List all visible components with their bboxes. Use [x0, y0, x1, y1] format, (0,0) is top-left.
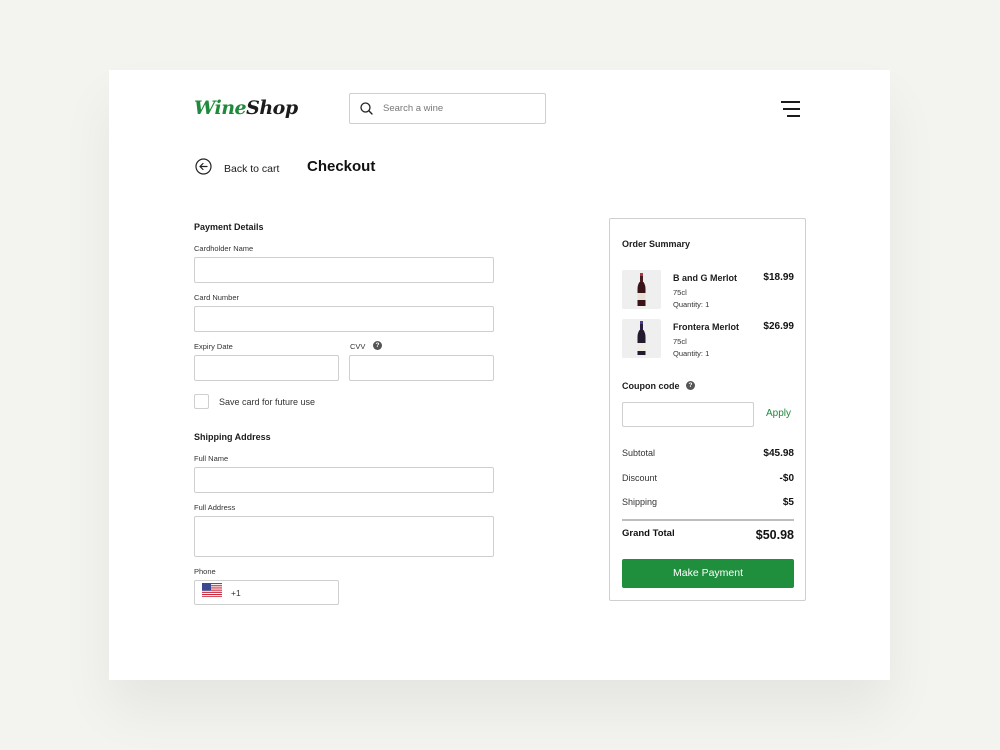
wine-bottle-image	[622, 270, 661, 309]
item-volume: 75cl	[673, 337, 687, 346]
cvv-field[interactable]	[349, 355, 494, 381]
search-icon	[360, 102, 373, 115]
page-title: Checkout	[307, 158, 376, 175]
arrow-left-circle-icon	[195, 158, 212, 180]
cvv-label: CVV	[350, 342, 366, 351]
subtotal-row: Subtotal $45.98	[622, 448, 794, 462]
expiry-date-label: Expiry Date	[194, 342, 233, 351]
checkout-card: WineShop Back to cart Checkout Payment D…	[109, 70, 890, 680]
shipping-value: $5	[782, 497, 794, 508]
cvv-help-icon[interactable]: ?	[373, 341, 382, 350]
full-name-label: Full Name	[194, 454, 229, 463]
coupon-help-icon[interactable]: ?	[686, 381, 695, 390]
coupon-code-label: Coupon code	[622, 381, 680, 391]
shipping-label: Shipping	[622, 497, 658, 507]
apply-coupon-button[interactable]: Apply	[766, 408, 791, 419]
full-address-field[interactable]	[194, 516, 494, 557]
grand-total-value: $50.98	[755, 528, 794, 542]
shipping-row: Shipping $5	[622, 497, 794, 511]
save-card-label: Save card for future use	[219, 397, 316, 407]
full-name-field[interactable]	[194, 467, 494, 493]
phone-country-code: +1	[231, 587, 241, 598]
grand-total-label: Grand Total	[622, 528, 675, 539]
cart-item: Frontera Merlot 75cl Quantity: 1 $26.99	[622, 319, 794, 359]
summary-divider	[622, 519, 794, 521]
us-flag-icon[interactable]	[202, 583, 222, 602]
item-name: Frontera Merlot	[673, 322, 740, 332]
item-volume: 75cl	[673, 288, 687, 297]
phone-field[interactable]: +1	[194, 580, 339, 605]
order-summary-title: Order Summary	[622, 239, 691, 249]
item-price: $26.99	[763, 321, 794, 332]
card-number-field[interactable]	[194, 306, 494, 332]
logo-shop-text: Shop	[246, 97, 298, 119]
subtotal-value: $45.98	[763, 448, 794, 459]
make-payment-button[interactable]: Make Payment	[622, 559, 794, 588]
coupon-code-field[interactable]	[622, 402, 754, 427]
search-input[interactable]	[383, 103, 533, 114]
cardholder-name-field[interactable]	[194, 257, 494, 283]
order-summary-panel: Order Summary B and G Merlot 75cl Quanti…	[609, 218, 806, 601]
hamburger-menu-icon[interactable]	[780, 100, 800, 117]
item-quantity: Quantity: 1	[673, 300, 710, 309]
discount-label: Discount	[622, 473, 658, 483]
grand-total-row: Grand Total $50.98	[622, 528, 794, 542]
full-address-label: Full Address	[194, 503, 236, 512]
cardholder-name-label: Cardholder Name	[194, 244, 254, 253]
wine-bottle-image	[622, 319, 661, 358]
item-price: $18.99	[763, 272, 794, 283]
logo-wine-text: Wine	[194, 97, 247, 119]
card-number-label: Card Number	[194, 293, 240, 302]
subtotal-label: Subtotal	[622, 448, 656, 458]
discount-value: -$0	[779, 473, 794, 484]
discount-row: Discount -$0	[622, 473, 794, 487]
expiry-date-field[interactable]	[194, 355, 339, 381]
search-box[interactable]	[349, 93, 546, 124]
save-card-checkbox[interactable]	[194, 394, 209, 409]
back-to-cart-label: Back to cart	[224, 163, 280, 175]
item-name: B and G Merlot	[673, 273, 738, 283]
wineshop-logo[interactable]: WineShop	[194, 97, 298, 119]
item-quantity: Quantity: 1	[673, 349, 710, 358]
payment-details-heading: Payment Details	[194, 222, 264, 232]
cart-item: B and G Merlot 75cl Quantity: 1 $18.99	[622, 270, 794, 310]
phone-label: Phone	[194, 567, 216, 576]
back-to-cart-link[interactable]: Back to cart	[195, 158, 279, 180]
shipping-address-heading: Shipping Address	[194, 432, 271, 442]
